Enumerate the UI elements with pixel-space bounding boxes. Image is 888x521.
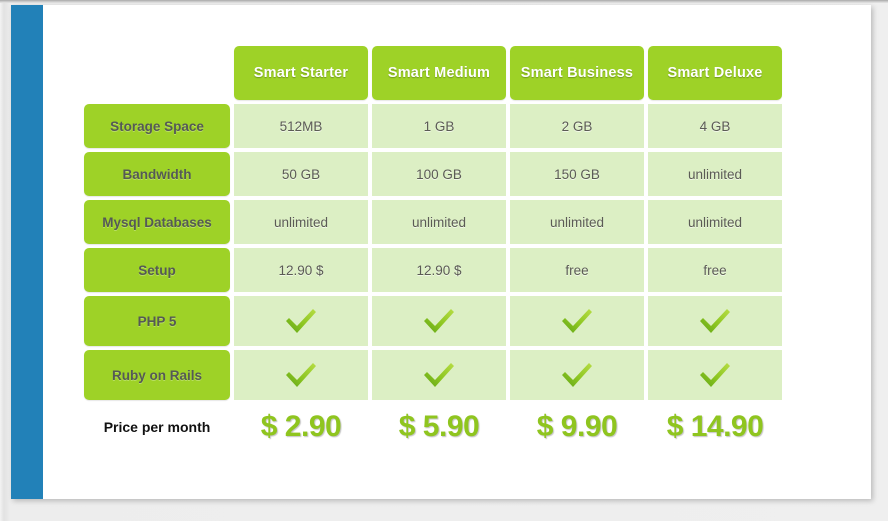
table-row: PHP 5 xyxy=(84,296,782,346)
check-icon xyxy=(424,363,454,387)
check-icon xyxy=(700,363,730,387)
check-wrap xyxy=(234,350,368,400)
feature-label-mysql-databases: Mysql Databases xyxy=(84,200,230,244)
check-wrap xyxy=(372,350,506,400)
table-row: Ruby on Rails xyxy=(84,350,782,400)
value-bandwidth-deluxe: unlimited xyxy=(648,152,782,196)
table-corner-cell xyxy=(84,46,230,100)
check-wrap xyxy=(234,296,368,346)
value-bandwidth-medium: 100 GB xyxy=(372,152,506,196)
value-ruby-on-rails-deluxe xyxy=(648,350,782,400)
feature-label-setup: Setup xyxy=(84,248,230,292)
value-setup-medium: 12.90 $ xyxy=(372,248,506,292)
value-mysql-databases-business: unlimited xyxy=(510,200,644,244)
check-icon xyxy=(562,363,592,387)
value-storage-space-deluxe: 4 GB xyxy=(648,104,782,148)
value-setup-business: free xyxy=(510,248,644,292)
value-php-5-business xyxy=(510,296,644,346)
feature-label-ruby-on-rails: Ruby on Rails xyxy=(84,350,230,400)
value-ruby-on-rails-business xyxy=(510,350,644,400)
check-icon xyxy=(424,309,454,333)
page-root: Smart Starter Smart Medium Smart Busines… xyxy=(0,0,888,521)
value-storage-space-business: 2 GB xyxy=(510,104,644,148)
plan-header-smart-starter[interactable]: Smart Starter xyxy=(234,46,368,100)
feature-label-bandwidth: Bandwidth xyxy=(84,152,230,196)
value-bandwidth-business: 150 GB xyxy=(510,152,644,196)
price-smart-business: $ 9.90 xyxy=(536,410,618,443)
table-row: Mysql Databases unlimited unlimited unli… xyxy=(84,200,782,244)
value-mysql-databases-starter: unlimited xyxy=(234,200,368,244)
plan-header-smart-business[interactable]: Smart Business xyxy=(510,46,644,100)
check-wrap xyxy=(372,296,506,346)
table-row: Setup 12.90 $ 12.90 $ free free xyxy=(84,248,782,292)
plan-header-smart-deluxe[interactable]: Smart Deluxe xyxy=(648,46,782,100)
check-wrap xyxy=(648,296,782,346)
value-setup-deluxe: free xyxy=(648,248,782,292)
value-storage-space-medium: 1 GB xyxy=(372,104,506,148)
pricing-table: Smart Starter Smart Medium Smart Busines… xyxy=(80,42,782,454)
check-icon xyxy=(286,309,316,333)
check-wrap xyxy=(648,350,782,400)
value-php-5-starter xyxy=(234,296,368,346)
value-bandwidth-starter: 50 GB xyxy=(234,152,368,196)
pricing-table-body: Storage Space 512MB 1 GB 2 GB 4 GB Bandw… xyxy=(84,104,782,450)
feature-label-php-5: PHP 5 xyxy=(84,296,230,346)
price-smart-deluxe: $ 14.90 xyxy=(666,410,764,443)
check-wrap xyxy=(510,296,644,346)
check-icon xyxy=(562,309,592,333)
value-php-5-medium xyxy=(372,296,506,346)
feature-label-storage-space: Storage Space xyxy=(84,104,230,148)
price-row: Price per month $ 2.90 $ 5.90 $ 9.90 $ 1… xyxy=(84,404,782,450)
table-row: Bandwidth 50 GB 100 GB 150 GB unlimited xyxy=(84,152,782,196)
table-row: Storage Space 512MB 1 GB 2 GB 4 GB xyxy=(84,104,782,148)
price-row-label: Price per month xyxy=(103,419,211,435)
price-smart-medium: $ 5.90 xyxy=(398,410,480,443)
left-accent-bar xyxy=(11,5,43,499)
check-wrap xyxy=(510,350,644,400)
value-mysql-databases-deluxe: unlimited xyxy=(648,200,782,244)
check-icon xyxy=(700,309,730,333)
value-ruby-on-rails-starter xyxy=(234,350,368,400)
value-storage-space-starter: 512MB xyxy=(234,104,368,148)
plan-header-smart-medium[interactable]: Smart Medium xyxy=(372,46,506,100)
pricing-table-grid: Smart Starter Smart Medium Smart Busines… xyxy=(80,42,786,454)
pricing-table-header: Smart Starter Smart Medium Smart Busines… xyxy=(84,46,782,100)
price-smart-starter: $ 2.90 xyxy=(260,410,342,443)
value-php-5-deluxe xyxy=(648,296,782,346)
plan-header-row: Smart Starter Smart Medium Smart Busines… xyxy=(84,46,782,100)
check-icon xyxy=(286,363,316,387)
value-mysql-databases-medium: unlimited xyxy=(372,200,506,244)
value-setup-starter: 12.90 $ xyxy=(234,248,368,292)
value-ruby-on-rails-medium xyxy=(372,350,506,400)
window-top-rule xyxy=(0,0,888,3)
